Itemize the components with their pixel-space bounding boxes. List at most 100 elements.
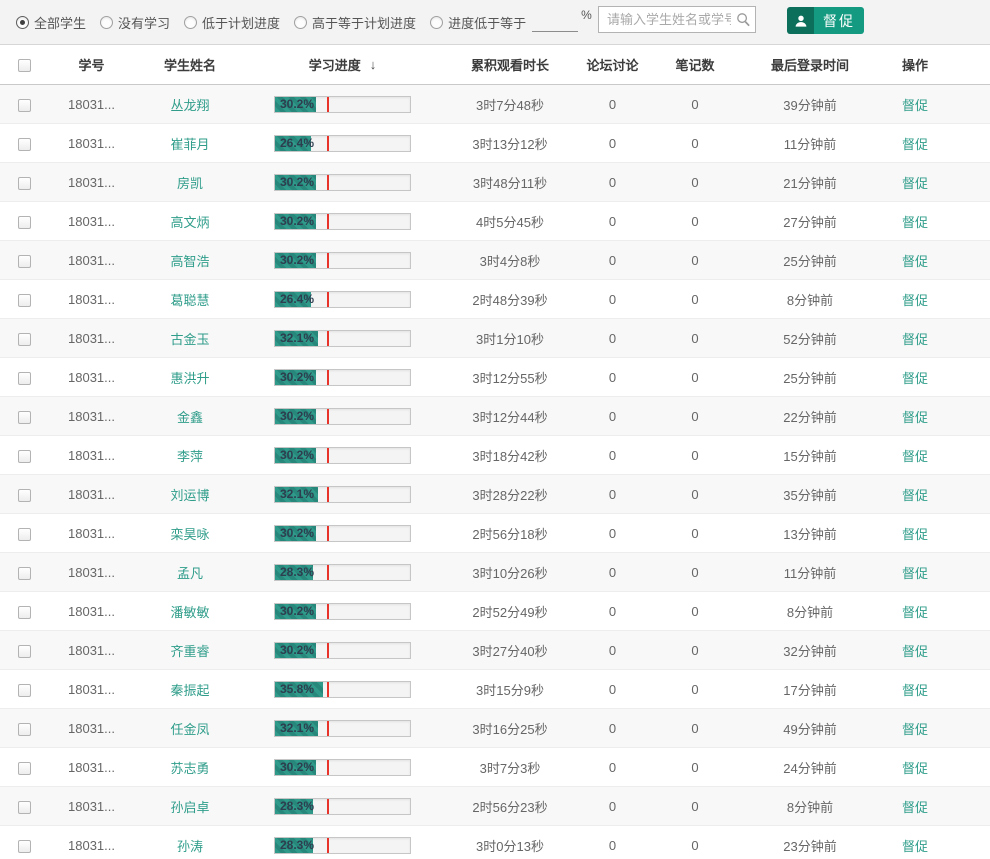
urge-link[interactable]: 督促: [902, 488, 928, 503]
urge-all-button[interactable]: 督促: [787, 7, 864, 34]
watch-time: 3时18分42秒: [472, 448, 548, 464]
filter-radio-below-plan[interactable]: 低于计划进度: [184, 13, 280, 32]
table-row: 18031... 葛聪慧 26.4% 2时48分39秒 0 0 8分钟前 督促: [0, 280, 990, 319]
row-checkbox[interactable]: [17, 371, 31, 385]
urge-link[interactable]: 督促: [902, 722, 928, 737]
action-cell: 督促: [875, 446, 955, 465]
student-name-link[interactable]: 金鑫: [177, 410, 203, 425]
student-name-link[interactable]: 古金玉: [170, 332, 209, 347]
student-name-link[interactable]: 潘敏敏: [170, 605, 209, 620]
radio-icon[interactable]: [184, 15, 198, 29]
urge-link[interactable]: 督促: [902, 410, 928, 425]
urge-link[interactable]: 督促: [902, 293, 928, 308]
filter-radio-at-or-above-plan[interactable]: 高于等于计划进度: [294, 13, 416, 32]
urge-link[interactable]: 督促: [902, 176, 928, 191]
student-name-link[interactable]: 秦振起: [170, 683, 209, 698]
notes-count: 0: [691, 408, 699, 424]
urge-link[interactable]: 督促: [902, 761, 928, 776]
student-name-link[interactable]: 苏志勇: [170, 761, 209, 776]
student-name-link[interactable]: 崔菲月: [170, 137, 209, 152]
row-checkbox[interactable]: [17, 644, 31, 658]
student-name-cell: 秦振起: [135, 680, 245, 699]
radio-icon[interactable]: [294, 15, 308, 29]
student-id: 18031...: [68, 408, 115, 424]
column-header-last-login: 最后登录时间: [770, 58, 849, 73]
row-checkbox[interactable]: [17, 683, 31, 697]
urge-link[interactable]: 督促: [902, 137, 928, 152]
student-name-link[interactable]: 任金凤: [170, 722, 209, 737]
urge-link[interactable]: 督促: [902, 800, 928, 815]
student-name-link[interactable]: 葛聪慧: [170, 293, 209, 308]
radio-selected-icon[interactable]: [16, 15, 29, 29]
urge-link[interactable]: 督促: [902, 839, 928, 854]
row-checkbox[interactable]: [17, 449, 31, 463]
last-login-time: 32分钟前: [783, 643, 837, 659]
student-name-link[interactable]: 栾昊咏: [170, 527, 209, 542]
row-checkbox[interactable]: [17, 488, 31, 502]
student-name-link[interactable]: 刘运博: [170, 488, 209, 503]
row-checkbox[interactable]: [17, 215, 31, 229]
student-id: 18031...: [68, 642, 115, 658]
row-checkbox[interactable]: [17, 332, 31, 346]
row-checkbox[interactable]: [17, 761, 31, 775]
action-cell: 督促: [875, 251, 955, 270]
radio-icon[interactable]: [430, 15, 444, 29]
student-name-link[interactable]: 丛龙翔: [170, 98, 209, 113]
table-row: 18031... 孙涛 28.3% 3时0分13秒 0 0 23分钟前 督促: [0, 826, 990, 859]
row-checkbox[interactable]: [17, 98, 31, 112]
search-icon: [737, 13, 750, 27]
row-checkbox-cell: [0, 798, 48, 814]
row-checkbox[interactable]: [17, 254, 31, 268]
urge-link[interactable]: 督促: [902, 449, 928, 464]
row-checkbox[interactable]: [17, 839, 31, 853]
student-name-link[interactable]: 齐重睿: [170, 644, 209, 659]
sort-desc-icon[interactable]: ↓: [370, 57, 377, 72]
radio-icon[interactable]: [100, 15, 114, 29]
student-name-cell: 孙涛: [135, 836, 245, 855]
urge-link[interactable]: 督促: [902, 98, 928, 113]
student-name-link[interactable]: 高文炳: [170, 215, 209, 230]
urge-link[interactable]: 督促: [902, 566, 928, 581]
select-all-checkbox[interactable]: [17, 59, 31, 73]
urge-link[interactable]: 督促: [902, 644, 928, 659]
filter-radio-all-students[interactable]: 全部学生: [16, 13, 86, 32]
student-id: 18031...: [68, 174, 115, 190]
row-checkbox[interactable]: [17, 800, 31, 814]
table-row: 18031... 孟凡 28.3% 3时10分26秒 0 0 11分钟前 督促: [0, 553, 990, 592]
row-checkbox[interactable]: [17, 176, 31, 190]
notes-count: 0: [691, 447, 699, 463]
plan-marker-line: [326, 564, 329, 580]
urge-link[interactable]: 督促: [902, 605, 928, 620]
urge-link[interactable]: 督促: [902, 254, 928, 269]
action-cell: 督促: [875, 602, 955, 621]
threshold-input[interactable]: [532, 16, 579, 32]
row-checkbox[interactable]: [17, 137, 31, 151]
student-name-link[interactable]: 李萍: [177, 449, 203, 464]
urge-link[interactable]: 督促: [902, 371, 928, 386]
urge-link[interactable]: 督促: [902, 332, 928, 347]
student-name-link[interactable]: 孟凡: [177, 566, 203, 581]
search-input[interactable]: [598, 6, 756, 33]
forum-count: 0: [608, 681, 617, 697]
row-checkbox-cell: [0, 213, 48, 229]
urge-link[interactable]: 督促: [902, 527, 928, 542]
progress-percent-label: 30.2%: [280, 408, 315, 423]
row-checkbox[interactable]: [17, 410, 31, 424]
row-checkbox[interactable]: [17, 566, 31, 580]
column-header-progress[interactable]: 学习进度 ↓: [245, 55, 440, 74]
urge-link[interactable]: 督促: [902, 215, 928, 230]
filter-radio-progress-below-threshold[interactable]: 进度低于等于 %: [430, 8, 592, 32]
row-checkbox-cell: [0, 96, 48, 112]
student-name-link[interactable]: 房凯: [177, 176, 203, 191]
progress-cell: 30.2%: [245, 524, 440, 542]
row-checkbox[interactable]: [17, 722, 31, 736]
row-checkbox[interactable]: [17, 293, 31, 307]
row-checkbox[interactable]: [17, 605, 31, 619]
urge-link[interactable]: 督促: [902, 683, 928, 698]
row-checkbox[interactable]: [17, 527, 31, 541]
filter-radio-not-studied[interactable]: 没有学习: [100, 13, 170, 32]
student-name-link[interactable]: 高智浩: [170, 254, 209, 269]
student-name-link[interactable]: 孙涛: [177, 839, 203, 854]
student-name-link[interactable]: 惠洪升: [170, 371, 209, 386]
student-name-link[interactable]: 孙启卓: [170, 800, 209, 815]
